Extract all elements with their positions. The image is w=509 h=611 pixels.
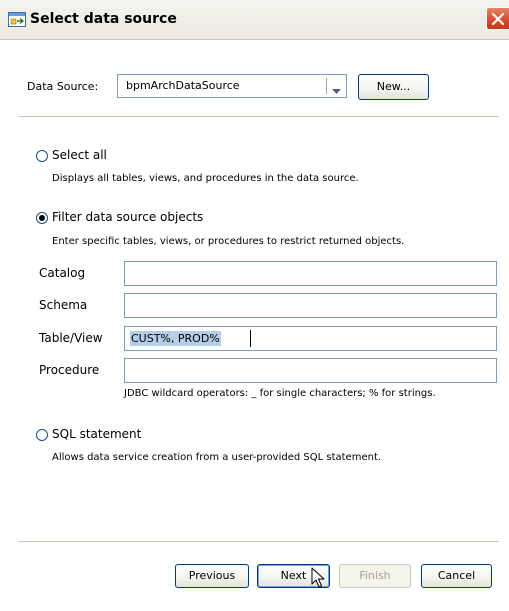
window-title: Select data source — [30, 11, 177, 27]
select-all-label[interactable]: Select all — [52, 148, 107, 162]
top-separator — [19, 116, 499, 117]
data-source-value: bpmArchDataSource — [126, 79, 240, 92]
close-icon — [492, 13, 504, 25]
catalog-label: Catalog — [39, 266, 86, 280]
select-all-description: Displays all tables, views, and procedur… — [52, 173, 359, 184]
combo-divider — [326, 78, 327, 94]
schema-label: Schema — [39, 298, 88, 312]
data-source-label: Data Source: — [27, 80, 99, 93]
sql-statement-radio[interactable] — [36, 429, 48, 441]
table-view-label: Table/View — [39, 331, 103, 345]
table-view-input[interactable]: CUST%, PROD% — [124, 326, 497, 351]
data-source-wizard-icon — [8, 12, 26, 27]
text-caret — [250, 330, 251, 347]
new-data-source-button[interactable]: New... — [358, 74, 429, 100]
previous-button[interactable]: Previous — [175, 564, 249, 588]
wildcard-hint: JDBC wildcard operators: _ for single ch… — [124, 388, 436, 399]
select-all-radio[interactable] — [36, 150, 48, 162]
data-source-select[interactable]: bpmArchDataSource — [117, 74, 347, 98]
filter-objects-description: Enter specific tables, views, or procedu… — [52, 236, 405, 247]
mouse-pointer-icon — [311, 567, 325, 592]
cancel-button[interactable]: Cancel — [421, 564, 492, 588]
procedure-label: Procedure — [39, 363, 100, 377]
chevron-down-icon[interactable] — [332, 84, 341, 97]
bottom-separator — [19, 541, 499, 542]
sql-statement-label[interactable]: SQL statement — [52, 427, 141, 441]
close-button[interactable] — [486, 7, 509, 30]
schema-input[interactable] — [124, 293, 497, 318]
sql-statement-description: Allows data service creation from a user… — [52, 452, 382, 463]
radio-selected-dot — [39, 215, 45, 221]
filter-objects-radio[interactable] — [36, 212, 48, 224]
finish-button[interactable]: Finish — [339, 564, 411, 588]
filter-objects-label[interactable]: Filter data source objects — [52, 210, 203, 224]
catalog-input[interactable] — [124, 261, 497, 286]
procedure-input[interactable] — [124, 358, 497, 383]
select-data-source-dialog: Select data source Data Source: bpmArchD… — [0, 0, 509, 611]
title-bar[interactable]: Select data source — [0, 0, 509, 40]
table-view-value: CUST%, PROD% — [130, 331, 221, 346]
